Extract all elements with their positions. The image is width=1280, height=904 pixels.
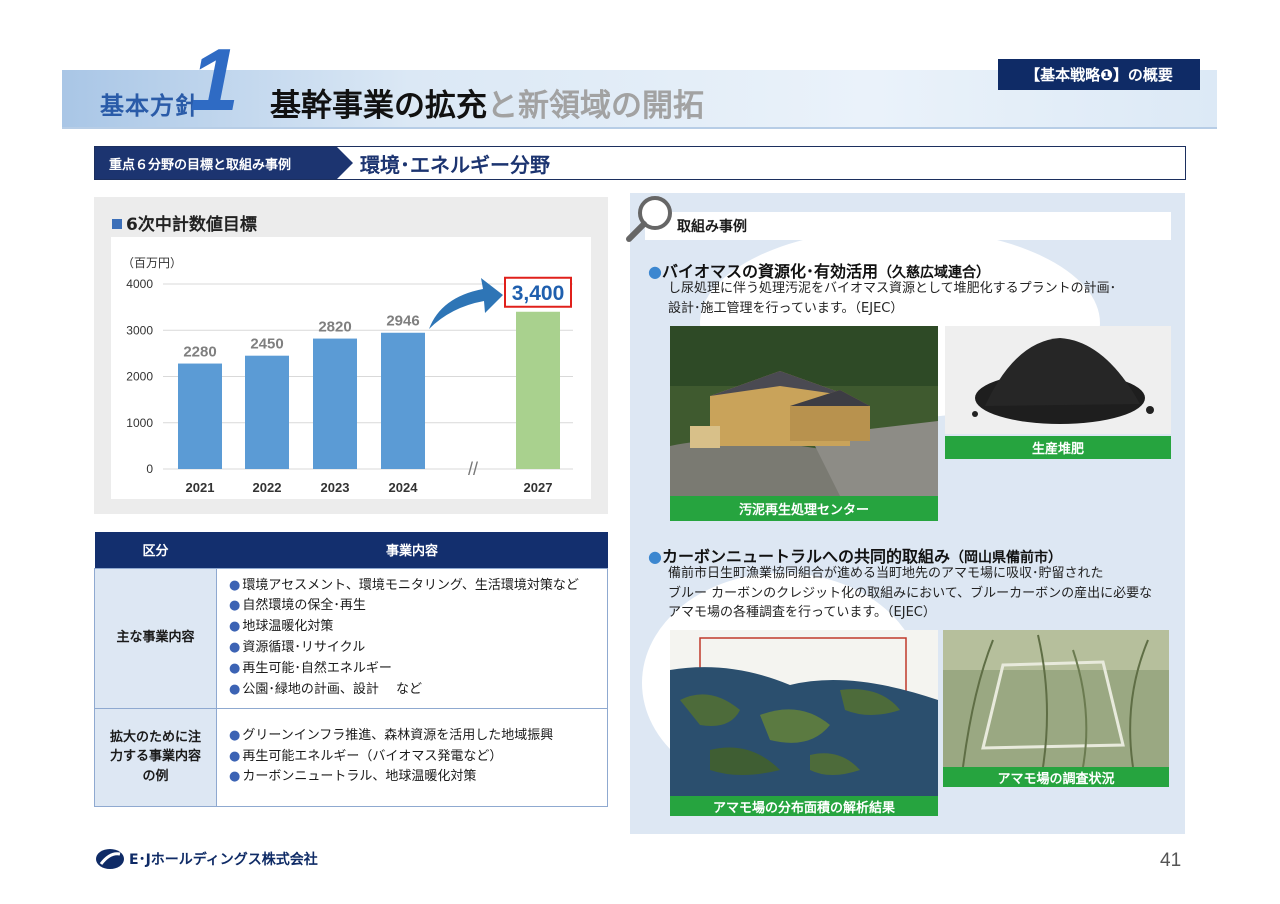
case-heading: 取組み事例 (645, 212, 1171, 240)
table-row: 拡大のために注力する事業内容の例 ● グリーンインフラ推進、森林資源を活用した地域振… (94, 707, 608, 807)
case1-desc-line: し尿処理に伴う処理汚泥をバイオマス資源として堆肥化するプラントの計画･ (668, 281, 1117, 296)
x-tick-label: 2024 (389, 480, 419, 495)
x-tick-label: 2021 (186, 480, 215, 495)
table-content-cell: ● 環境アセスメント、環境モニタリング、生活環境対策など ● 自然環境の保全･再生 ● 地… (216, 567, 608, 709)
x-tick-label: 2023 (321, 480, 350, 495)
bullet-icon: ● (229, 577, 241, 593)
x-tick-label: 2027 (524, 480, 553, 495)
case2-desc-line: アマモ場の各種調査を行っています。（EJEC） (668, 605, 936, 620)
x-tick-label: 2022 (253, 480, 282, 495)
photo-caption: 汚泥再生処理センター (670, 496, 938, 521)
table-item-text: 公園･緑地の計画、設計 など (242, 681, 422, 697)
table-item-text: グリーンインフラ推進、森林資源を活用した地域振興 (242, 727, 554, 743)
table-item-text: 再生可能エネルギー（バイオマス発電など） (242, 748, 503, 764)
policy-label: 基本方針 (100, 92, 200, 120)
table-list-item: ● 環境アセスメント、環境モニタリング、生活環境対策など (229, 576, 597, 597)
bullet-icon: ● (229, 769, 241, 785)
table-row: 主な事業内容 ● 環境アセスメント、環境モニタリング、生活環境対策など ● 自然環境の保… (94, 567, 608, 709)
data-label: 2450 (250, 336, 283, 353)
photo-eelgrass-survey (943, 630, 1169, 767)
table-header-category: 区分 (94, 532, 217, 568)
business-table: 区分 事業内容 主な事業内容 ● 環境アセスメント、環境モニタリング、生活環境対策な… (94, 532, 608, 807)
y-tick-label: 4000 (126, 277, 153, 291)
bullet-icon: ● (229, 619, 241, 635)
photo-caption: 生産堆肥 (945, 436, 1171, 459)
page-number: 41 (1160, 850, 1182, 871)
company-name: ホールディングス株式会社 (150, 852, 318, 868)
data-label: 2280 (183, 344, 216, 361)
bullet-icon: ● (229, 748, 241, 764)
policy-number: 1 (190, 30, 239, 129)
table-item-text: 自然環境の保全･再生 (242, 598, 366, 614)
square-bullet-icon (112, 219, 122, 229)
y-tick-label: 3000 (126, 323, 153, 337)
case1-description: し尿処理に伴う処理汚泥をバイオマス資源として堆肥化するプラントの計画･ 設計･施… (668, 279, 1116, 318)
page-title: 基幹事業の拡充と新領域の開拓 (270, 80, 704, 125)
table-item-text: 地球温暖化対策 (242, 619, 334, 635)
target-bar (516, 311, 560, 469)
y-tick-label: 0 (146, 462, 153, 476)
data-label: 2820 (318, 319, 351, 336)
table-list-item: ● 再生可能･自然エネルギー (229, 659, 597, 680)
photo-eelgrass-map (670, 630, 938, 796)
case2-desc-line: 備前市日生町漁業協同組合が進める当町地先のアマモ場に吸収･貯留された (668, 566, 1104, 581)
bar (178, 363, 222, 469)
photo-sludge-center (670, 326, 938, 496)
bullet-icon: ● (229, 727, 241, 743)
ej-logo-icon (96, 849, 124, 869)
table-content-cell: ● グリーンインフラ推進、森林資源を活用した地域振興 ● 再生可能エネルギー（バイオマ… (216, 707, 608, 807)
strategy-badge: 【基本戦略❶】の概要 (998, 59, 1200, 90)
case1-desc-line: 設計･施工管理を行っています。（EJEC） (668, 300, 904, 316)
section-label: 重点６分野の目標と取組み事例 (95, 147, 337, 179)
bullet-icon: ● (229, 660, 241, 676)
table-list-item: ● 公園･緑地の計画、設計 など (229, 680, 597, 701)
data-label: 2946 (386, 313, 419, 330)
photo-caption: アマモ場の調査状況 (943, 767, 1169, 787)
table-list-item: ● 自然環境の保全･再生 (229, 596, 597, 617)
bullet-icon: ● (648, 547, 662, 566)
axis-break-mark: // (468, 459, 478, 479)
company-logo: E･J ホールディングス株式会社 (95, 848, 318, 870)
table-list-item: ● 再生可能エネルギー（バイオマス発電など） (229, 747, 597, 768)
bullet-icon: ● (648, 262, 662, 281)
bullet-icon: ● (229, 598, 241, 614)
table-item-text: カーボンニュートラル、地球温暖化対策 (242, 769, 477, 785)
table-item-text: 環境アセスメント、環境モニタリング、生活環境対策など (242, 577, 579, 593)
target-data-label: 3,400 (512, 282, 565, 305)
table-list-item: ● カーボンニュートラル、地球温暖化対策 (229, 767, 597, 788)
bar-chart: 0 1000 2000 3000 4000 2021 2280 2022 2450 2023 282… (126, 276, 573, 495)
chart-heading-text: 6次中計数値目標 (126, 215, 257, 235)
table-list-item: ● 資源循環･リサイクル (229, 638, 597, 659)
table-category-cell: 主な事業内容 (94, 567, 217, 709)
chart-heading: 6次中計数値目標 (112, 210, 257, 235)
section-arrow-icon (337, 147, 353, 179)
title-main-part: 基幹事業の拡充 (270, 88, 487, 124)
logo-text: E･J (129, 852, 151, 868)
table-list-item: ● グリーンインフラ推進、森林資源を活用した地域振興 (229, 726, 597, 747)
bar (381, 332, 425, 469)
magnifier-icon (626, 196, 672, 242)
table-list-item: ● 地球温暖化対策 (229, 617, 597, 638)
bar (245, 355, 289, 469)
table-item-text: 再生可能･自然エネルギー (242, 660, 392, 676)
case2-description: 備前市日生町漁業協同組合が進める当町地先のアマモ場に吸収･貯留された ブルー カ… (668, 564, 1152, 623)
bar (313, 338, 357, 469)
table-header-content: 事業内容 (216, 532, 608, 568)
y-tick-label: 2000 (126, 370, 153, 384)
table-category-cell: 拡大のために注力する事業内容の例 (94, 707, 217, 807)
bullet-icon: ● (229, 681, 241, 697)
bullet-icon: ● (229, 640, 241, 655)
section-title: 環境･エネルギー分野 (360, 153, 550, 177)
case2-desc-line: ブルー カーボンのクレジット化の取組みにおいて、ブルーカーボンの産出に必要な (668, 585, 1153, 601)
title-gray-part: と新領域の開拓 (487, 88, 704, 124)
photo-caption: アマモ場の分布面積の解析結果 (670, 796, 938, 816)
table-item-text: 資源循環･リサイクル (242, 640, 366, 655)
growth-arrow-icon (429, 278, 503, 329)
y-tick-label: 1000 (126, 416, 153, 430)
photo-compost (945, 326, 1171, 434)
